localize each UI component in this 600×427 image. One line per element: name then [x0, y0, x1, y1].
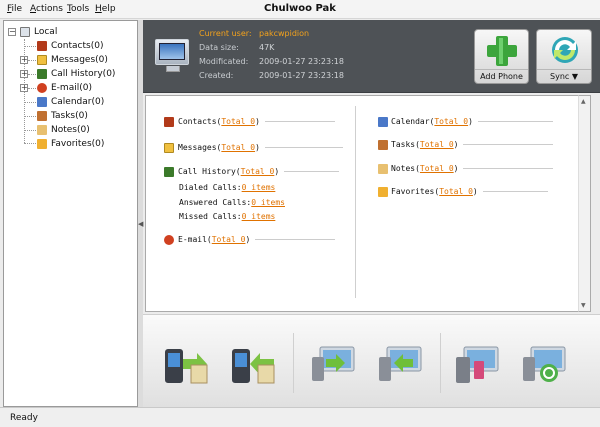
sync-label: Sync ▼: [537, 69, 591, 83]
tasks-total-link[interactable]: Total 0: [420, 140, 454, 149]
contacts-total-link[interactable]: Total 0: [221, 117, 255, 126]
summary-favorites: Favorites(Total 0): [391, 186, 548, 198]
notes-icon: [378, 164, 388, 174]
phone-to-pc-icon: [165, 349, 208, 384]
scroll-up-icon[interactable]: ▲: [581, 98, 586, 105]
action-toolbar: [143, 314, 600, 407]
import-icon: [379, 346, 422, 381]
sync-icon: [552, 37, 578, 63]
summary-call-history: Call History(Total 0): [178, 166, 339, 178]
email-total-link[interactable]: Total 0: [212, 235, 246, 244]
expand-toggle-email[interactable]: +: [20, 84, 28, 92]
summary-contacts: Contacts(Total 0): [178, 116, 335, 128]
summary-calendar: Calendar(Total 0): [391, 116, 553, 128]
call-history-icon: [37, 69, 47, 79]
folder-tree[interactable]: − Local Contacts(0) + Messages(0) + Call…: [3, 20, 138, 407]
menu-bar: File Actions Tools Help Chulwoo Pak: [0, 0, 600, 19]
phone-info-header: Current user: pakcwpidion Data size: 47K…: [143, 20, 600, 93]
summary-email: E-mail(Total 0): [178, 234, 336, 246]
notes-total-link[interactable]: Total 0: [420, 164, 454, 173]
phone-to-pc-button[interactable]: [161, 335, 211, 387]
collapse-toggle[interactable]: −: [8, 28, 16, 36]
calendar-total-link[interactable]: Total 0: [434, 117, 468, 126]
call-history-icon: [164, 167, 174, 177]
export-icon: [312, 346, 355, 381]
favorites-icon: [37, 139, 47, 149]
splitter-grip-icon[interactable]: ◀: [138, 220, 143, 228]
created-label: Created:: [199, 71, 234, 80]
column-divider: [355, 106, 356, 298]
summary-messages: Messages(Total 0): [178, 142, 343, 154]
contacts-icon: [164, 117, 174, 127]
contacts-icon: [37, 41, 47, 51]
sync-dropdown-icon[interactable]: ▼: [572, 72, 578, 81]
dialed-calls-link[interactable]: 0 items: [242, 183, 276, 192]
delete-icon: [456, 346, 499, 383]
tree-item-tasks[interactable]: Tasks(0): [51, 110, 88, 123]
data-size-label: Data size:: [199, 43, 239, 52]
summary-missed-calls: Missed Calls:0 items: [179, 212, 276, 221]
current-user-value: pakcwpidion: [259, 29, 310, 38]
add-phone-icon: [487, 36, 517, 66]
monitor-icon: [155, 39, 189, 72]
tree-root-local[interactable]: Local: [34, 26, 57, 39]
summary-answered-calls: Answered Calls:0 items: [179, 198, 285, 207]
expand-toggle-call-history[interactable]: +: [20, 70, 28, 78]
email-icon: [164, 235, 174, 245]
calendar-icon: [37, 97, 47, 107]
modificated-value: 2009-01-27 23:23:18: [259, 57, 344, 66]
call-history-total-link[interactable]: Total 0: [241, 167, 275, 176]
tasks-icon: [378, 140, 388, 150]
created-value: 2009-01-27 23:23:18: [259, 71, 344, 80]
messages-icon: [37, 55, 47, 65]
tasks-icon: [37, 111, 47, 121]
expand-toggle-messages[interactable]: +: [20, 56, 28, 64]
favorites-icon: [378, 187, 388, 197]
tree-item-calendar[interactable]: Calendar(0): [51, 96, 104, 109]
favorites-total-link[interactable]: Total 0: [439, 187, 473, 196]
messages-icon: [164, 143, 174, 153]
tree-item-call-history[interactable]: Call History(0): [51, 68, 115, 81]
pc-to-phone-icon: [232, 349, 275, 384]
delete-button[interactable]: [452, 335, 502, 387]
tree-item-contacts[interactable]: Contacts(0): [51, 40, 103, 53]
pc-to-phone-button[interactable]: [228, 335, 278, 387]
current-user-label: Current user:: [199, 29, 252, 38]
summary-tasks: Tasks(Total 0): [391, 139, 554, 151]
refresh-icon: [523, 346, 566, 382]
add-phone-label: Add Phone: [475, 69, 528, 83]
data-size-value: 47K: [259, 43, 275, 52]
email-icon: [37, 83, 47, 93]
computer-icon: [20, 27, 30, 37]
import-from-pc-button[interactable]: [375, 335, 425, 387]
tree-item-email[interactable]: E-mail(0): [51, 82, 92, 95]
sync-button[interactable]: Sync ▼: [536, 29, 592, 84]
tree-item-messages[interactable]: Messages(0): [51, 54, 108, 67]
add-phone-button[interactable]: Add Phone: [474, 29, 529, 84]
scroll-down-icon[interactable]: ▼: [581, 302, 586, 309]
tree-item-notes[interactable]: Notes(0): [51, 124, 90, 137]
export-to-pc-button[interactable]: [308, 335, 358, 387]
modificated-label: Modificated:: [199, 57, 249, 66]
missed-calls-link[interactable]: 0 items: [242, 212, 276, 221]
summary-dialed-calls: Dialed Calls:0 items: [179, 183, 276, 192]
status-bar: Ready: [0, 407, 600, 427]
refresh-button[interactable]: [519, 335, 569, 387]
tree-item-favorites[interactable]: Favorites(0): [51, 138, 104, 151]
status-text: Ready: [10, 413, 38, 423]
notes-icon: [37, 125, 47, 135]
calendar-icon: [378, 117, 388, 127]
window-title: Chulwoo Pak: [264, 3, 336, 14]
summary-notes: Notes(Total 0): [391, 163, 554, 175]
messages-total-link[interactable]: Total 0: [221, 143, 255, 152]
answered-calls-link[interactable]: 0 items: [251, 198, 285, 207]
summary-scrollbar[interactable]: ▲ ▼: [578, 95, 591, 312]
